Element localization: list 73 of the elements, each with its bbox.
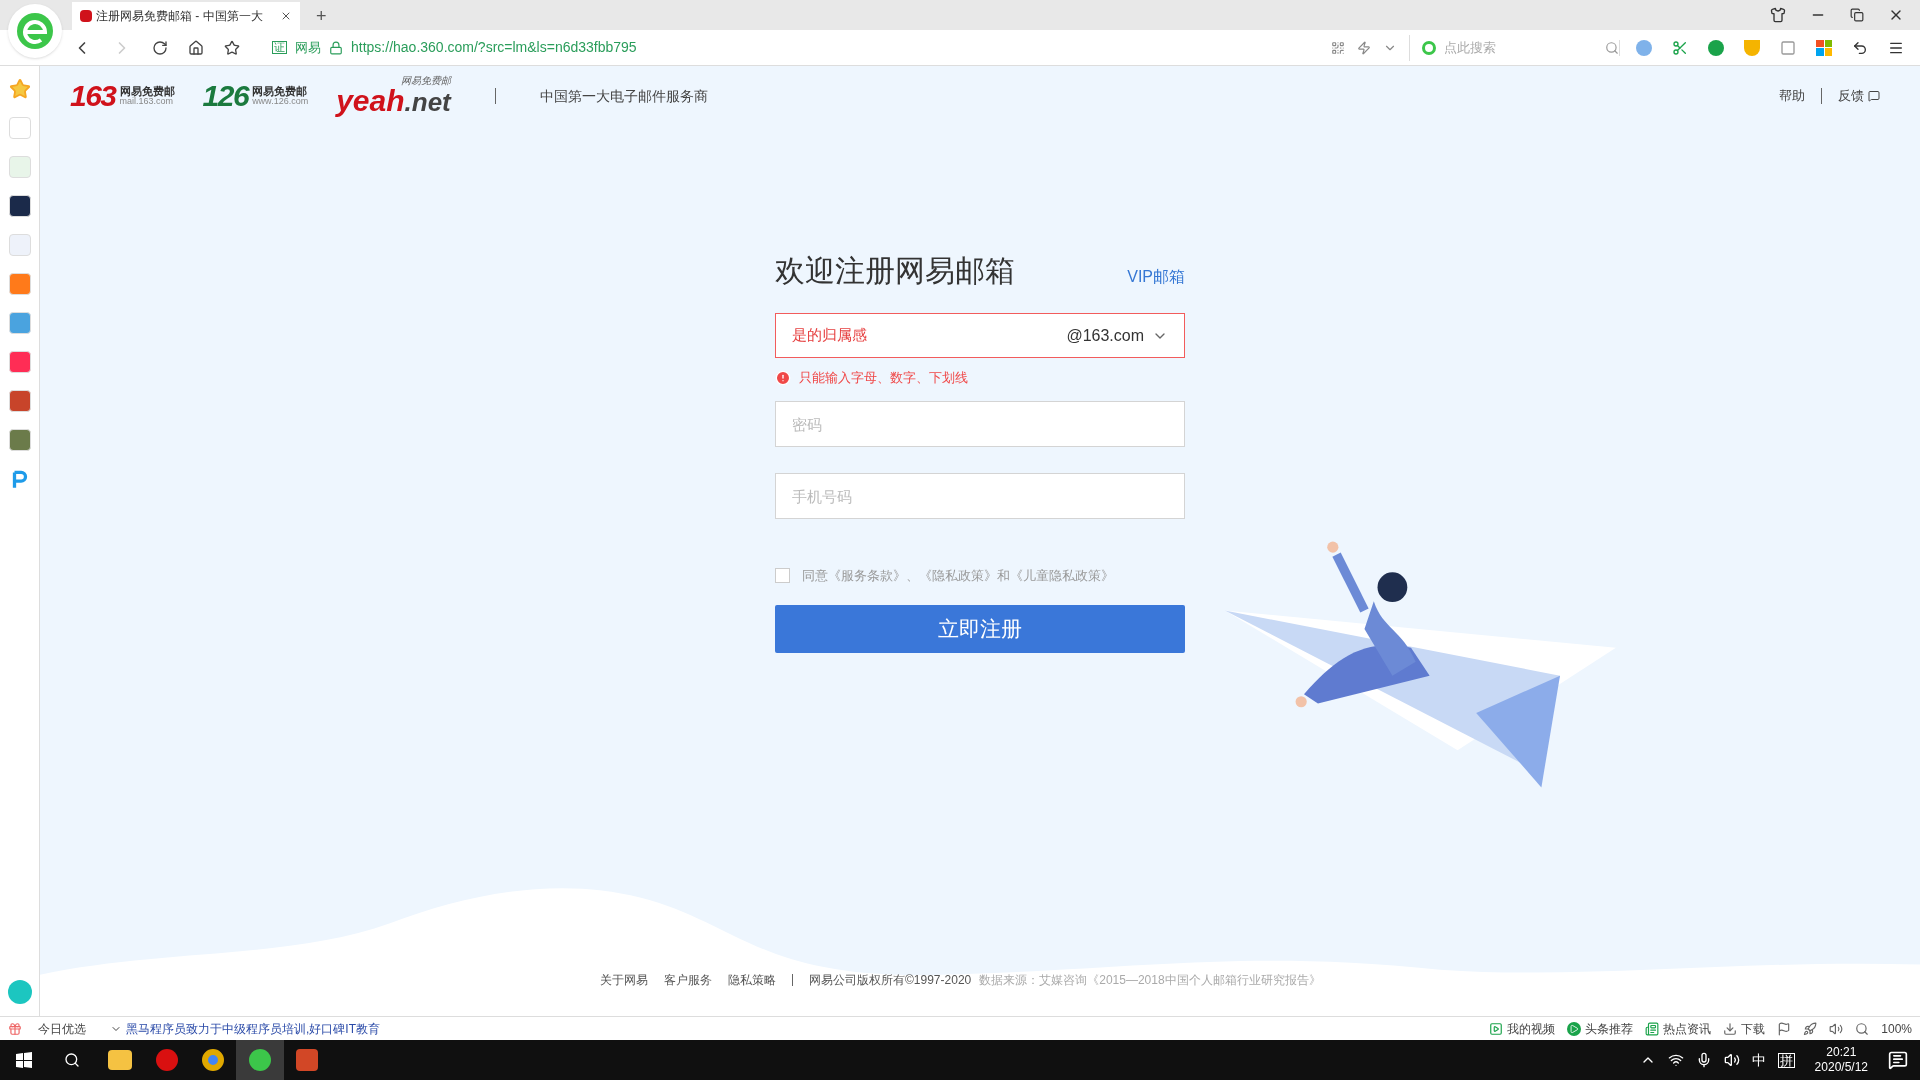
browser-taskbar-icon[interactable] [236, 1040, 284, 1080]
wifi-icon[interactable] [1667, 1052, 1684, 1068]
error-message: 只能输入字母、数字、下划线 [799, 369, 968, 388]
password-field[interactable]: 密码 [775, 401, 1185, 447]
today-picks-link[interactable]: 今日优选 [38, 1019, 86, 1038]
phone-field[interactable]: 手机号码 [775, 473, 1185, 519]
domain-select[interactable]: @163.com [1066, 323, 1168, 348]
chat-bubble-icon [1868, 90, 1880, 102]
scissors-icon[interactable] [1672, 39, 1688, 56]
status-item[interactable]: 热点资讯 [1645, 1019, 1712, 1038]
news-icon [1645, 1021, 1660, 1036]
form-title: 欢迎注册网易邮箱 [775, 253, 1015, 289]
browser-tab[interactable]: 注册网易免费邮箱 - 中国第一大 [72, 2, 300, 30]
status-item[interactable]: 头条推荐 [1567, 1019, 1634, 1038]
system-clock[interactable]: 20:21 2020/5/12 [1806, 1045, 1876, 1075]
feedback-link[interactable]: 反馈 [1838, 86, 1880, 106]
logo-domain: www.126.com [252, 97, 309, 106]
logo-number: 163 [70, 81, 116, 111]
certificate-badge: 证 [272, 41, 287, 54]
logo-caption: 网易免费邮 [119, 86, 175, 97]
lock-icon [329, 40, 343, 55]
slogan: 中国第一大电子邮件服务商 [539, 86, 708, 106]
undo-icon[interactable] [1852, 39, 1868, 56]
footer-link[interactable]: 关于网易 [600, 971, 648, 989]
close-icon[interactable] [280, 10, 292, 22]
download-icon [1723, 1021, 1738, 1036]
address-field[interactable]: https://hao.360.com/?src=lm&ls=n6d33fbb795 [351, 37, 637, 58]
register-button[interactable]: 立即注册 [775, 604, 1185, 653]
play-icon [1567, 1021, 1582, 1036]
data-source-text: 数据来源：艾媒咨询《2015—2018中国个人邮箱行业研究报告》 [979, 972, 1321, 989]
volume-icon[interactable] [1723, 1052, 1740, 1068]
favorites-star-icon[interactable] [8, 78, 31, 100]
copyright-text: 网易公司版权所有©1997-2020 [809, 972, 972, 989]
skin-icon[interactable] [1770, 7, 1786, 23]
search-engine-icon [1422, 40, 1436, 55]
logo-domain: mail.163.com [119, 97, 174, 106]
flag-icon[interactable] [1777, 1021, 1792, 1036]
qr-code-icon[interactable] [1331, 40, 1345, 55]
input-method-indicator[interactable]: 中 [1751, 1049, 1766, 1071]
bookmark-star-icon[interactable] [224, 39, 240, 56]
footer-link[interactable]: 客户服务 [664, 971, 712, 989]
status-item[interactable]: 我的视频 [1489, 1019, 1556, 1038]
lightning-icon[interactable] [1357, 40, 1371, 55]
logo-number: 126 [202, 81, 249, 111]
video-icon [1489, 1021, 1504, 1036]
input-mode-indicator[interactable]: 拼 [1777, 1052, 1795, 1068]
site-favicon-icon [80, 10, 92, 22]
status-item[interactable]: 下载 [1723, 1019, 1766, 1038]
reload-icon[interactable] [152, 39, 168, 56]
zoom-level[interactable]: 100% [1881, 1019, 1912, 1038]
error-icon [775, 370, 791, 386]
footer-link[interactable]: 隐私策略 [728, 971, 776, 989]
news-ticker-link[interactable]: 黑马程序员致力于中级程序员培训,好口碑IT教育 [126, 1019, 380, 1038]
site-name: 网易 [295, 38, 321, 57]
agreement-text: 同意《服务条款》、《隐私政策》和《儿童隐私政策》 [802, 567, 1114, 585]
logo-suffix: .net [404, 89, 451, 115]
zoom-icon[interactable] [1855, 1021, 1870, 1036]
username-field[interactable]: 是的归属感 @163.com [775, 313, 1185, 358]
apps-grid-icon[interactable] [1816, 39, 1832, 56]
help-link[interactable]: 帮助 [1779, 86, 1805, 106]
agreement-checkbox[interactable] [775, 568, 790, 584]
logo-caption: 网易免费邮 [252, 86, 309, 97]
restore-icon[interactable] [1850, 8, 1864, 22]
app-shortcut-icon[interactable] [8, 195, 31, 217]
new-tab-button[interactable]: + [308, 2, 335, 30]
logo-wordmark: yeah [336, 86, 405, 116]
logo-caption: 网易免费邮 [400, 76, 451, 86]
home-icon[interactable] [188, 39, 204, 56]
notification-icon[interactable] [1888, 1050, 1908, 1070]
gift-icon[interactable] [8, 1021, 22, 1036]
rocket-icon[interactable] [1803, 1021, 1818, 1036]
vip-mail-link[interactable]: VIP邮箱 [1127, 265, 1185, 289]
circle-app-icon[interactable] [156, 1049, 178, 1071]
